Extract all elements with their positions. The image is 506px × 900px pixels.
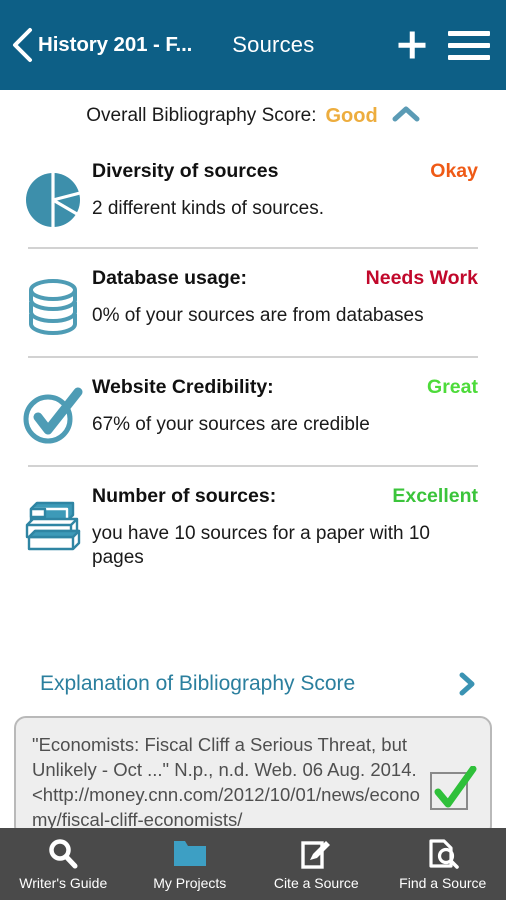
nav-item-my-projects[interactable]: My Projects: [127, 828, 254, 900]
metric-status-badge: Great: [427, 376, 478, 398]
metric-row-website-credibility[interactable]: Website Credibility: Great 67% of your s…: [0, 358, 506, 465]
breadcrumb-project-title[interactable]: History 201 - F...: [38, 33, 192, 57]
metric-header: Website Credibility: Great: [92, 376, 478, 399]
metric-description: 0% of your sources are from databases: [92, 305, 424, 326]
page-title: Sources: [232, 32, 315, 57]
metric-body: Database usage: Needs Work 0% of your so…: [92, 261, 478, 328]
hamburger-bar: [448, 42, 490, 48]
citation-checkbox[interactable]: [430, 766, 477, 814]
magnifier-icon: [47, 837, 79, 871]
collapse-toggle-button[interactable]: [392, 106, 420, 126]
metric-description: you have 10 sources for a paper with 10 …: [92, 523, 430, 568]
metric-icon-wrap: [14, 370, 92, 453]
hamburger-bar: [448, 30, 490, 36]
book-stack-icon: [21, 495, 85, 558]
nav-label: Writer's Guide: [19, 875, 108, 891]
metric-description: 2 different kinds of sources.: [92, 198, 324, 219]
metric-icon-wrap: [14, 261, 92, 344]
metric-row-database-usage[interactable]: Database usage: Needs Work 0% of your so…: [0, 249, 506, 356]
note-pencil-icon: [299, 837, 333, 871]
metric-status-badge: Excellent: [392, 485, 478, 507]
back-button[interactable]: [10, 25, 36, 65]
app-header-bar: History 201 - F... Sources: [0, 0, 506, 90]
metrics-list: Diversity of sources Okay 2 different ki…: [0, 142, 506, 582]
metric-row-diversity[interactable]: Diversity of sources Okay 2 different ki…: [0, 142, 506, 247]
metric-icon-wrap: [14, 154, 92, 235]
app-screen: History 201 - F... Sources Overall Bibli…: [0, 0, 506, 900]
document-search-icon: [426, 837, 460, 871]
overall-score-value: Good: [325, 104, 378, 127]
explanation-link[interactable]: Explanation of Bibliography Score: [0, 655, 506, 713]
metric-title: Number of sources:: [92, 485, 277, 507]
overall-score-row: Overall Bibliography Score: Good: [0, 90, 506, 142]
metric-body: Number of sources: Excellent you have 10…: [92, 479, 478, 570]
metric-body: Website Credibility: Great 67% of your s…: [92, 370, 478, 437]
nav-item-writers-guide[interactable]: Writer's Guide: [0, 828, 127, 900]
overall-score-label: Overall Bibliography Score:: [86, 105, 317, 126]
database-icon: [26, 277, 80, 344]
metric-status-badge: Okay: [430, 160, 478, 182]
folder-icon: [172, 837, 208, 871]
hamburger-bar: [448, 54, 490, 60]
metric-header: Database usage: Needs Work: [92, 267, 478, 290]
add-source-button[interactable]: [390, 23, 434, 67]
bottom-navigation-bar: Writer's Guide My Projects Cite a Source: [0, 828, 506, 900]
chevron-right-icon: [456, 671, 478, 697]
metric-description: 67% of your sources are credible: [92, 414, 370, 435]
nav-label: Cite a Source: [273, 875, 359, 891]
metric-header: Number of sources: Excellent: [92, 485, 478, 508]
chevron-up-icon: [392, 105, 420, 128]
nav-item-cite-a-source[interactable]: Cite a Source: [253, 828, 380, 900]
check-circle-icon: [21, 386, 85, 453]
nav-item-find-a-source[interactable]: Find a Source: [380, 828, 506, 900]
chevron-left-icon: [11, 25, 35, 65]
citation-text: "Economists: Fiscal Cliff a Serious Thre…: [32, 734, 420, 831]
metric-icon-wrap: [14, 479, 92, 558]
citation-card[interactable]: "Economists: Fiscal Cliff a Serious Thre…: [14, 716, 492, 838]
metric-header: Diversity of sources Okay: [92, 160, 478, 183]
metric-title: Diversity of sources: [92, 160, 279, 182]
metric-row-number-of-sources[interactable]: Number of sources: Excellent you have 10…: [0, 467, 506, 582]
explanation-label: Explanation of Bibliography Score: [40, 672, 356, 695]
metric-title: Database usage:: [92, 267, 247, 289]
explanation-section: Explanation of Bibliography Score "Econo…: [0, 655, 506, 838]
pie-chart-icon: [23, 170, 83, 235]
nav-label: My Projects: [153, 875, 227, 891]
metric-body: Diversity of sources Okay 2 different ki…: [92, 154, 478, 221]
metric-title: Website Credibility:: [92, 376, 274, 398]
metric-status-badge: Needs Work: [365, 267, 478, 289]
nav-label: Find a Source: [399, 875, 487, 891]
menu-button[interactable]: [448, 25, 490, 65]
